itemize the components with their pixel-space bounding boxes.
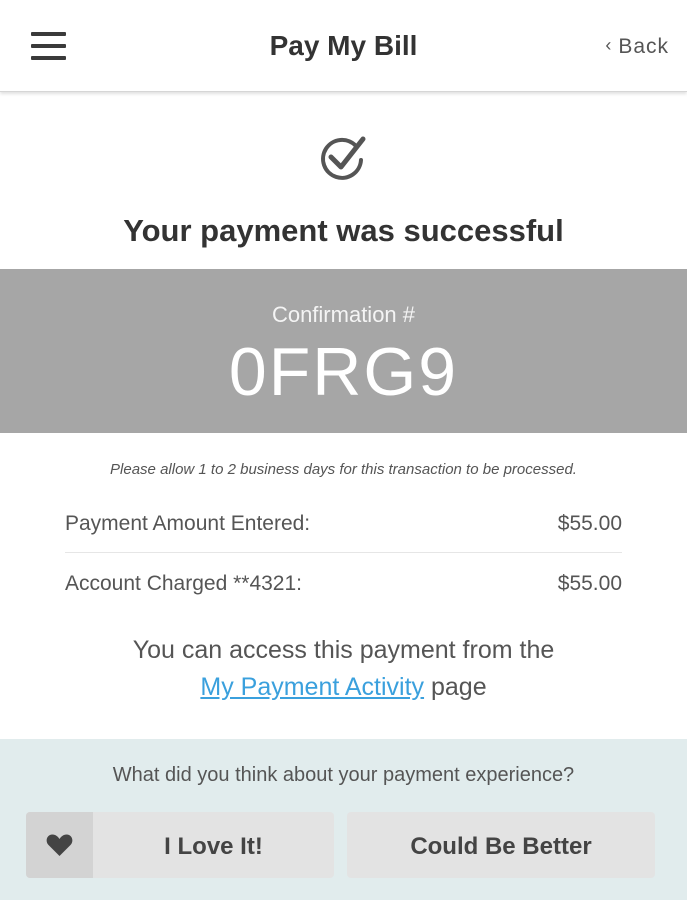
heart-icon (46, 834, 73, 856)
access-link-line: My Payment Activity page (0, 669, 687, 706)
detail-row-payment-amount: Payment Amount Entered: $55.00 (65, 498, 622, 553)
check-circle-icon (321, 136, 366, 180)
access-line: You can access this payment from the (132, 636, 555, 664)
confirmation-label: Confirmation # (271, 302, 416, 327)
love-it-button[interactable]: I Love It! (26, 812, 334, 878)
could-be-better-label: Could Be Better (410, 833, 592, 860)
detail-row-account-charged: Account Charged **4321: $55.00 (65, 558, 622, 613)
confirmation-banner: Confirmation # 0FRG9 (0, 269, 687, 433)
app-header: Pay My Bill ‹ Back (0, 0, 687, 92)
could-be-better-button[interactable]: Could Be Better (347, 812, 655, 878)
payment-activity-message: You can access this payment from the My … (0, 632, 687, 706)
access-suffix: page (431, 673, 487, 701)
page-title: Pay My Bill (269, 30, 418, 61)
heart-icon-box (26, 812, 93, 878)
success-message: Your payment was successful (123, 213, 564, 248)
feedback-question: What did you think about your payment ex… (112, 764, 575, 786)
back-button[interactable]: ‹ Back (605, 35, 669, 59)
chevron-left-icon: ‹ (605, 35, 613, 55)
processing-notice: Please allow 1 to 2 business days for th… (110, 461, 577, 478)
my-payment-activity-link[interactable]: My Payment Activity (200, 673, 424, 701)
love-it-label: I Love It! (164, 833, 263, 860)
feedback-panel: What did you think about your payment ex… (0, 739, 687, 900)
confirmation-number: 0FRG9 (228, 334, 459, 410)
back-label: Back (618, 35, 669, 58)
detail-value: $55.00 (557, 572, 622, 595)
detail-label: Payment Amount Entered: (65, 512, 311, 535)
detail-value: $55.00 (557, 512, 622, 535)
detail-label: Account Charged **4321: (65, 572, 302, 595)
